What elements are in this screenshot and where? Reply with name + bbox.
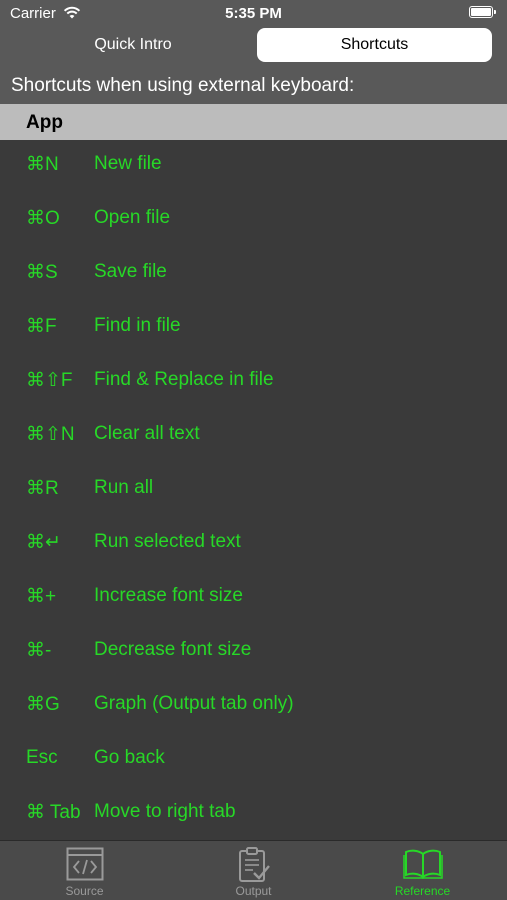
shortcut-description: Run all [94, 477, 154, 498]
shortcut-row: ⌘+ Increase font size [0, 572, 507, 626]
shortcut-row: ⌘S Save file [0, 248, 507, 302]
segmented-control: Quick Intro Shortcuts [0, 26, 507, 66]
segment-quick-intro[interactable]: Quick Intro [10, 28, 256, 62]
shortcut-key: Esc [26, 747, 58, 768]
book-icon [402, 849, 443, 879]
shortcut-description: Find & Replace in file [94, 369, 274, 390]
code-icon [66, 847, 103, 881]
shortcut-key: ⌘F [26, 316, 57, 337]
shortcut-description: Move to right tab [94, 801, 236, 822]
tab-source-label: Source [65, 884, 104, 898]
shortcut-row: Esc Go back [0, 734, 507, 788]
shortcut-description: Open file [94, 207, 171, 228]
shortcut-row: ⌘O Open file [0, 194, 507, 248]
heading-bar: Shortcuts when using external keyboard: [0, 66, 507, 104]
tab-output-label: Output [235, 884, 272, 898]
shortcut-key: ⌘G [26, 694, 60, 715]
shortcut-key: ⌘N [26, 154, 59, 175]
shortcut-description: Go back [94, 747, 165, 768]
shortcut-description: Increase font size [94, 585, 243, 606]
shortcut-row: ⌘ Tab Move to right tab [0, 788, 507, 842]
tab-reference-label: Reference [394, 884, 451, 898]
shortcut-list: ⌘N New file ⌘O Open file ⌘S Save file ⌘F Fin… [0, 140, 507, 840]
tab-bar: Source Output Reference [0, 840, 507, 900]
shortcut-description: Decrease font size [94, 639, 252, 660]
segment-shortcuts[interactable]: Shortcuts [257, 28, 492, 62]
shortcut-key: ⌘⇧N [26, 424, 75, 445]
shortcut-description: Find in file [94, 315, 181, 336]
tab-reference[interactable]: Reference [338, 841, 507, 900]
shortcut-row: ⌘G Graph (Output tab only) [0, 680, 507, 734]
shortcut-description: Graph (Output tab only) [94, 693, 294, 714]
shortcut-row: ⌘⇧F Find & Replace in file [0, 356, 507, 410]
shortcut-row: ⌘- Decrease font size [0, 626, 507, 680]
shortcut-description: Save file [94, 261, 167, 282]
battery-icon [469, 6, 496, 18]
shortcut-key: ⌘O [26, 208, 60, 229]
shortcut-description: Run selected text [94, 531, 241, 552]
tab-output[interactable]: Output [169, 841, 338, 900]
shortcut-row: ⌘F Find in file [0, 302, 507, 356]
section-header: App [0, 104, 507, 140]
shortcut-description: Clear all text [94, 423, 200, 444]
page-heading: Shortcuts when using external keyboard: [11, 75, 355, 96]
shortcut-key: ⌘- [26, 640, 52, 661]
status-bar: Carrier 5:35 PM [0, 0, 507, 26]
shortcut-row: ⌘R Run all [0, 464, 507, 518]
shortcut-key: ⌘↵ [26, 532, 61, 553]
status-time: 5:35 PM [225, 5, 282, 22]
shortcut-key: ⌘+ [26, 586, 57, 607]
section-title: App [26, 112, 63, 133]
shortcut-description: New file [94, 153, 162, 174]
clipboard-check-icon [238, 847, 270, 882]
shortcut-key: ⌘ Tab [26, 802, 81, 823]
tab-source[interactable]: Source [0, 841, 169, 900]
shortcut-row: ⌘↵ Run selected text [0, 518, 507, 572]
shortcut-row: ⌘N New file [0, 140, 507, 194]
shortcut-row: ⌘⇧N Clear all text [0, 410, 507, 464]
shortcut-key: ⌘⇧F [26, 370, 73, 391]
shortcut-key: ⌘R [26, 478, 59, 499]
shortcut-key: ⌘S [26, 262, 58, 283]
